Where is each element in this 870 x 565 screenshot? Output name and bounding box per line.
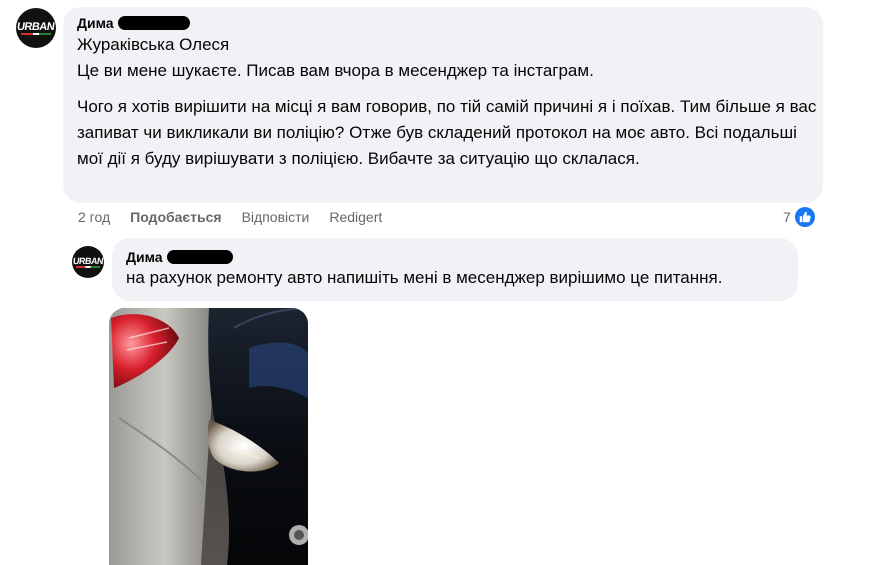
redacted-surname <box>117 16 190 30</box>
avatar-logo-stripe <box>21 33 51 35</box>
reply-text: на рахунок ремонту авто напишіть мені в … <box>126 268 723 287</box>
comment-bubble: Дима Жураківська Олеся Це ви мене шукаєт… <box>63 7 823 203</box>
reaction-count: 7 <box>783 209 791 225</box>
comment-thread: URBAN Дима Жураківська Олеся Це ви мене … <box>0 0 870 565</box>
comment-author[interactable]: Дима <box>77 15 114 31</box>
comment-actions: 2 год Подобається Відповісти Redigert <box>78 209 402 225</box>
reply-avatar[interactable]: URBAN <box>72 246 104 278</box>
comment-timestamp[interactable]: 2 год <box>78 209 110 225</box>
reply-bubble: Дима на рахунок ремонту авто напишіть ме… <box>112 238 798 301</box>
avatar-logo: URBAN <box>16 21 56 33</box>
comment-paragraph-2: Чого я хотів вирішити на місці я вам гов… <box>77 97 817 168</box>
redacted-surname <box>166 250 233 264</box>
avatar-logo: URBAN <box>72 256 104 266</box>
damaged-cars-image <box>109 308 308 565</box>
reply-button[interactable]: Відповісти <box>242 209 310 225</box>
reaction-summary[interactable]: 7 <box>783 207 815 227</box>
comment-addressee[interactable]: Жураківська Олеся <box>77 32 817 58</box>
edited-label[interactable]: Redigert <box>329 209 382 225</box>
avatar[interactable]: URBAN <box>16 8 56 48</box>
reply-photo[interactable] <box>109 308 308 565</box>
author-row: Дима <box>77 15 817 31</box>
author-row: Дима <box>126 249 722 265</box>
comment-paragraph-1: Це ви мене шукаєте. Писав вам вчора в ме… <box>77 61 594 80</box>
avatar-logo-stripe <box>76 266 100 268</box>
thumbs-up-icon <box>794 207 815 227</box>
like-button[interactable]: Подобається <box>130 209 221 225</box>
reply-author[interactable]: Дима <box>126 249 163 265</box>
